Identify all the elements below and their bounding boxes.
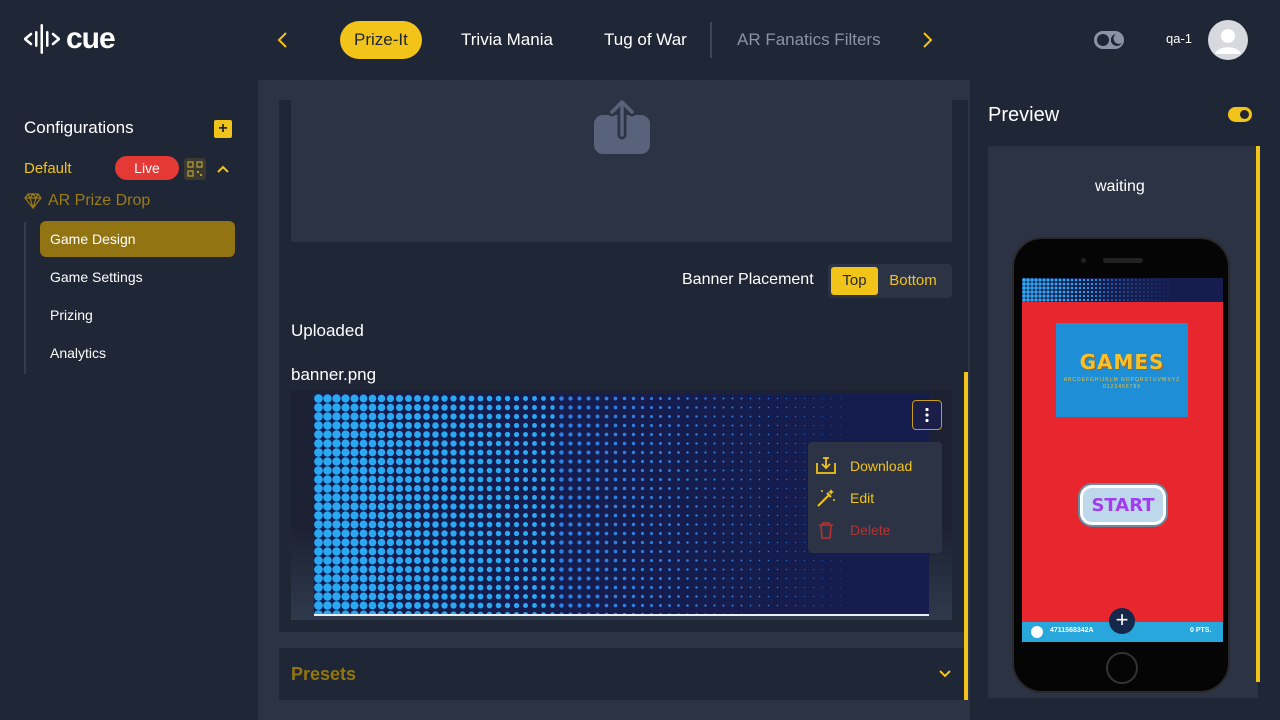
menu-item-game-settings[interactable]: Game Settings [40,259,235,295]
sound-wave-icon [24,24,60,54]
user-avatar[interactable] [1208,20,1248,60]
user-avatar-icon [1215,29,1241,54]
upload-icon [594,97,650,154]
banner-options-button[interactable] [912,400,942,430]
phone-screen: GAMES ABCDEFGHIJKLM NOPQRSTUVWXYZ 012345… [1022,278,1223,642]
sidebar: Configurations + Default Live AR Prize D… [0,80,258,720]
placement-top-button[interactable]: Top [831,267,878,295]
game-name[interactable]: AR Prize Drop [24,192,150,210]
download-label: Download [850,458,913,474]
phone-banner [1022,278,1223,302]
menu-tree-line [24,222,26,374]
games-logo-alphabet: ABCDEFGHIJKLM NOPQRSTUVWXYZ 0123456789 [1063,376,1181,390]
tab-prize-it[interactable]: Prize-It [340,21,422,59]
banner-placement-label: Banner Placement [682,271,814,288]
username: qa-1 [1166,31,1193,46]
tabs-next-button[interactable] [916,28,940,52]
diamond-icon [24,193,42,209]
more-vertical-icon [925,407,929,423]
file-name: banner.png [291,365,377,384]
placement-bottom-button[interactable]: Bottom [880,267,946,295]
download-icon [816,456,836,476]
phone-points: 0 PTS. [1190,627,1212,634]
magic-wand-icon [816,488,836,508]
phone-home-button [1106,652,1138,684]
phone-banner-graphic [1022,278,1223,302]
config-default[interactable]: Default [24,160,72,177]
main-scrollbar-thumb[interactable] [964,372,968,700]
info-icon [1031,626,1043,638]
tab-separator [710,22,712,58]
qr-code-button[interactable] [184,158,206,180]
presets-expand-button[interactable] [935,664,955,684]
chevron-right-icon [923,32,933,48]
plus-icon[interactable]: + [1109,608,1135,634]
chevron-down-icon [939,670,951,678]
chevron-up-icon [217,165,229,173]
tabs-prev-button[interactable] [270,28,294,52]
live-badge[interactable]: Live [115,156,179,180]
preview-title: Preview [988,104,1060,126]
phone-code: 4711568342A [1050,627,1094,634]
games-logo-title: GAMES [1079,349,1165,374]
logo-text: cue [66,22,116,55]
cue-logo[interactable]: cue [24,22,116,56]
chevron-left-icon [277,32,287,48]
tab-ar-fanatics-filters[interactable]: AR Fanatics Filters [737,21,881,59]
tab-trivia-mania[interactable]: Trivia Mania [461,21,553,59]
preview-scrollbar[interactable] [1256,146,1260,682]
game-name-label: AR Prize Drop [48,192,151,209]
menu-edit[interactable]: Edit [816,482,942,514]
preview-toggle[interactable] [1228,107,1252,122]
phone-start-button[interactable]: START [1080,485,1166,525]
menu-item-game-design[interactable]: Game Design [40,221,235,257]
upload-icon-wrap [593,97,651,155]
phone-camera [1081,258,1086,263]
presets-label: Presets [291,664,357,684]
theme-toggle[interactable] [1094,31,1124,49]
top-bar: cue Prize-It Trivia Mania Tug of War AR … [0,0,1280,80]
presets-section[interactable] [279,648,964,700]
phone-speaker [1103,258,1143,263]
games-logo: GAMES ABCDEFGHIJKLM NOPQRSTUVWXYZ 012345… [1056,323,1188,417]
add-configuration-button[interactable]: + [214,120,232,138]
menu-item-analytics[interactable]: Analytics [40,335,235,371]
qr-code-icon [187,161,203,177]
preview-status: waiting [1095,178,1145,195]
edit-label: Edit [850,490,875,506]
trash-icon [816,520,836,540]
uploaded-heading: Uploaded [291,321,364,340]
theme-toggle-icon [1097,34,1122,46]
menu-delete[interactable]: Delete [816,514,942,546]
tab-tug-of-war[interactable]: Tug of War [604,21,687,59]
delete-label: Delete [850,522,891,538]
collapse-config-button[interactable] [214,160,232,178]
menu-download[interactable]: Download [816,450,942,482]
menu-item-prizing[interactable]: Prizing [40,297,235,333]
configurations-title: Configurations [24,118,134,137]
